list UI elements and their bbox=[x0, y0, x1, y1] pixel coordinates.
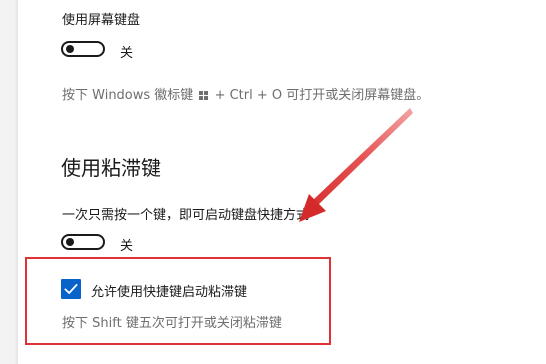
onscreen-keyboard-hint: 按下 Windows 徽标键 + Ctrl + O 可打开或关闭屏幕键盘。 bbox=[62, 84, 429, 103]
onscreen-keyboard-toggle-label: 关 bbox=[120, 46, 134, 61]
onscreen-keyboard-title: 使用屏幕键盘 bbox=[62, 13, 141, 28]
sticky-keys-toggle[interactable] bbox=[61, 234, 105, 250]
left-nav-strip bbox=[0, 0, 18, 364]
sticky-keys-toggle-label: 关 bbox=[120, 239, 134, 254]
sticky-keys-description: 一次只需按一个键，即可启动键盘快捷方式 bbox=[62, 208, 310, 223]
windows-logo-icon bbox=[199, 91, 209, 100]
annotation-highlight-box bbox=[25, 257, 331, 345]
hint-prefix: 按下 Windows 徽标键 bbox=[62, 88, 194, 103]
hint-suffix: + Ctrl + O 可打开或关闭屏幕键盘。 bbox=[214, 88, 430, 103]
toggle-knob bbox=[66, 45, 74, 53]
settings-page: 使用屏幕键盘 关 按下 Windows 徽标键 + Ctrl + O 可打开或关… bbox=[0, 0, 546, 364]
onscreen-keyboard-toggle[interactable] bbox=[61, 41, 105, 57]
toggle-knob bbox=[66, 238, 74, 246]
sticky-keys-heading: 使用粘滞键 bbox=[61, 156, 161, 180]
